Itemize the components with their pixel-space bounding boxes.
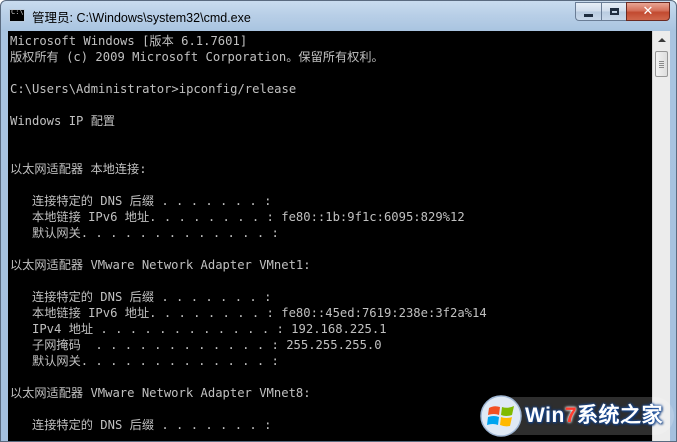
close-icon: ✕: [642, 4, 654, 19]
maximize-button[interactable]: [601, 2, 626, 21]
console-line: 以太网适配器 VMware Network Adapter VMnet1:: [10, 258, 311, 272]
minimize-icon: [584, 13, 593, 17]
console-line: 子网掩码 . . . . . . . . . . . . : 255.255.2…: [10, 338, 382, 352]
console-line: 默认网关. . . . . . . . . . . . . :: [10, 354, 279, 368]
window-title: 管理员: C:\Windows\system32\cmd.exe: [32, 11, 251, 25]
console-output[interactable]: Microsoft Windows [版本 6.1.7601] 版权所有 (c) …: [8, 31, 652, 441]
title-bar[interactable]: 管理员: C:\Windows\system32\cmd.exe ✕: [1, 1, 676, 31]
cmd-icon[interactable]: [9, 8, 25, 22]
window-controls: ✕: [575, 2, 670, 21]
minimize-button[interactable]: [575, 2, 601, 21]
console-line: 本地链接 IPv6 地址. . . . . . . . : fe80::45ed…: [10, 306, 487, 320]
console-line: 本地链接 IPv6 地址. . . . . . . . : fe80::1b:9…: [10, 210, 465, 224]
console-text: Microsoft Windows [版本 6.1.7601] 版权所有 (c) …: [8, 31, 652, 433]
console-line: 连接特定的 DNS 后缀 . . . . . . . :: [10, 290, 272, 304]
console-line: 默认网关. . . . . . . . . . . . . :: [10, 226, 279, 240]
console-line: Microsoft Windows [版本 6.1.7601]: [10, 34, 248, 48]
arrow-up-icon: [657, 38, 666, 42]
console-line: 连接特定的 DNS 后缀 . . . . . . . :: [10, 194, 272, 208]
console-line: 连接特定的 DNS 后缀 . . . . . . . :: [10, 418, 272, 432]
console-line: 版权所有 (c) 2009 Microsoft Corporation。保留所有…: [10, 50, 384, 64]
vertical-scrollbar[interactable]: [652, 31, 670, 441]
scroll-up-button[interactable]: [654, 32, 669, 48]
console-line: 以太网适配器 本地连接:: [10, 162, 147, 176]
close-button[interactable]: ✕: [626, 2, 670, 21]
scrollbar-thumb[interactable]: [655, 51, 668, 77]
console-line: IPv4 地址 . . . . . . . . . . . . : 192.16…: [10, 322, 387, 336]
console-line: 以太网适配器 VMware Network Adapter VMnet8:: [10, 386, 311, 400]
console-area: Microsoft Windows [版本 6.1.7601] 版权所有 (c) …: [8, 31, 670, 441]
maximize-icon: [609, 8, 619, 15]
grip-icon: [659, 61, 664, 68]
cmd-window: 管理员: C:\Windows\system32\cmd.exe ✕ Micro…: [0, 0, 677, 442]
console-line: Windows IP 配置: [10, 114, 116, 128]
console-line: C:\Users\Administrator>ipconfig/release: [10, 82, 297, 96]
